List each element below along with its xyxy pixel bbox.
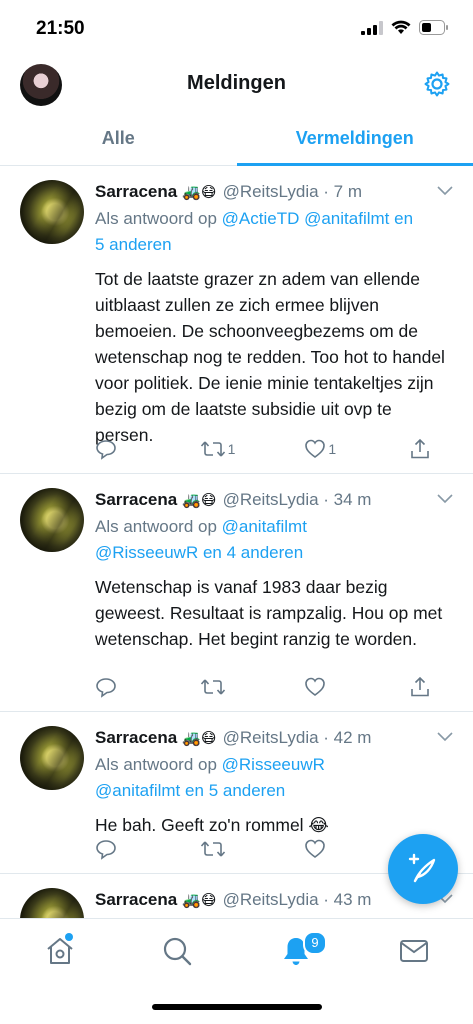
- tab-alle[interactable]: Alle: [0, 112, 237, 165]
- battery-icon: [419, 20, 448, 35]
- heart-icon: [305, 439, 326, 458]
- like-count: 1: [328, 441, 337, 457]
- tweet-handle-time: @ReitsLydia · 43 m: [222, 890, 372, 909]
- mention-link[interactable]: @anitafilmt: [222, 517, 307, 536]
- tweet[interactable]: Sarracena 🚜😷 @ReitsLydia · 7 m Als antwo…: [0, 166, 473, 474]
- tab-vermeldingen[interactable]: Vermeldingen: [236, 112, 473, 166]
- reply-context: Als antwoord op @ActieTD @anitafilmt en …: [95, 206, 453, 258]
- header: Meldingen: [0, 56, 473, 112]
- mention-link[interactable]: @anitafilmt: [95, 781, 180, 800]
- mention-link: en: [202, 543, 222, 562]
- gear-icon[interactable]: [423, 70, 451, 98]
- reply-icon: [96, 840, 116, 860]
- reply-prefix: Als antwoord op: [95, 517, 217, 536]
- bottom-navigation: 9: [0, 918, 473, 984]
- reply-button[interactable]: [95, 838, 185, 860]
- share-icon: [411, 438, 429, 459]
- chevron-down-icon[interactable]: [437, 186, 453, 196]
- tweet-avatar[interactable]: [20, 488, 84, 552]
- tweet-text: Wetenschap is vanaf 1983 daar bezig gewe…: [95, 577, 443, 649]
- signal-icon: [361, 20, 383, 35]
- messages-icon[interactable]: [398, 935, 430, 967]
- reply-prefix: Als antwoord op: [95, 209, 217, 228]
- status-bar: 21:50: [0, 0, 473, 56]
- tweet-author-emojis: 🚜😷: [182, 492, 217, 509]
- tweet-author-name[interactable]: Sarracena: [95, 890, 177, 910]
- home-unread-dot: [65, 933, 73, 941]
- reply-button[interactable]: [95, 438, 185, 460]
- share-button[interactable]: [409, 438, 433, 460]
- others-link[interactable]: 5 anderen: [95, 235, 172, 254]
- tweet-handle-time: @ReitsLydia · 34 m: [222, 490, 372, 509]
- compose-tweet-button[interactable]: [388, 834, 458, 904]
- tweet-header: Sarracena 🚜😷 @ReitsLydia · 42 m: [95, 726, 453, 750]
- tweet-author-name[interactable]: Sarracena: [95, 728, 177, 748]
- tweet-handle-time: @ReitsLydia · 7 m: [222, 182, 363, 201]
- reply-icon: [96, 678, 116, 698]
- tweet-handle-time: @ReitsLydia · 42 m: [222, 728, 372, 747]
- retweet-icon: [200, 679, 225, 695]
- mention-link[interactable]: @RisseeuwR: [95, 543, 198, 562]
- mention-link: en: [394, 209, 414, 228]
- tweet-body: Sarracena 🚜😷 @ReitsLydia · 42 m Als antw…: [95, 726, 453, 838]
- heart-icon: [305, 839, 326, 858]
- reply-context: Als antwoord op @RisseeuwR @anitafilmt e…: [95, 752, 453, 804]
- tweet-text: Tot de laatste grazer zn adem van ellend…: [95, 269, 445, 445]
- chevron-down-icon[interactable]: [437, 494, 453, 504]
- chevron-down-icon[interactable]: [437, 732, 453, 742]
- retweet-button[interactable]: [200, 676, 290, 698]
- tweet-body: Sarracena 🚜😷 @ReitsLydia · 34 m Als antw…: [95, 488, 453, 652]
- reply-icon: [96, 440, 116, 460]
- like-button[interactable]: 1: [304, 438, 394, 460]
- home-indicator: [152, 1004, 322, 1010]
- tweet-avatar[interactable]: [20, 726, 84, 790]
- mentions-feed[interactable]: Sarracena 🚜😷 @ReitsLydia · 7 m Als antwo…: [0, 166, 473, 918]
- retweet-button[interactable]: 1: [200, 438, 290, 460]
- mention-link[interactable]: @anitafilmt: [304, 209, 389, 228]
- retweet-button[interactable]: [200, 838, 290, 860]
- reply-context: Als antwoord op @anitafilmt @RisseeuwR e…: [95, 514, 453, 566]
- mention-link[interactable]: @RisseeuwR: [222, 755, 325, 774]
- heart-icon: [305, 677, 326, 696]
- tweet[interactable]: Sarracena 🚜😷 @ReitsLydia · 34 m Als antw…: [0, 474, 473, 712]
- status-icons: [361, 20, 449, 35]
- tweet-avatar[interactable]: [20, 180, 84, 244]
- share-button[interactable]: [409, 676, 433, 698]
- tweet-actions: 1 1: [95, 438, 433, 460]
- retweet-icon: [200, 441, 225, 457]
- retweet-count: 1: [227, 441, 236, 457]
- tweet-body: Sarracena 🚜😷 @ReitsLydia · 7 m Als antwo…: [95, 180, 453, 448]
- like-button[interactable]: [304, 676, 394, 698]
- compose-feather-icon: [408, 853, 436, 883]
- like-button[interactable]: [304, 838, 394, 860]
- tweet-actions: [95, 676, 433, 698]
- tweet-author-emojis: 🚜😷: [182, 892, 217, 909]
- wifi-icon: [391, 20, 411, 34]
- notification-tabs: Alle Vermeldingen: [0, 112, 473, 166]
- tweet-author-emojis: 🚜😷: [182, 730, 217, 747]
- tweet-actions: [95, 838, 433, 860]
- tweet-author-name[interactable]: Sarracena: [95, 182, 177, 202]
- reply-prefix: Als antwoord op: [95, 755, 217, 774]
- mention-link: en: [185, 781, 204, 800]
- tweet-text: He bah. Geeft zo'n rommel 😂: [95, 815, 329, 835]
- reply-button[interactable]: [95, 676, 185, 698]
- page-title: Meldingen: [187, 72, 286, 94]
- mention-link[interactable]: @ActieTD: [222, 209, 300, 228]
- tweet-header: Sarracena 🚜😷 @ReitsLydia · 7 m: [95, 180, 453, 204]
- status-time: 21:50: [36, 18, 85, 39]
- tweet-header: Sarracena 🚜😷 @ReitsLydia · 34 m: [95, 488, 453, 512]
- others-link[interactable]: 5 anderen: [209, 781, 286, 800]
- tweet-avatar[interactable]: [20, 888, 84, 918]
- tweet-author-emojis: 🚜😷: [182, 184, 217, 201]
- retweet-icon: [200, 841, 225, 857]
- others-link[interactable]: 4 anderen: [227, 543, 304, 562]
- search-icon[interactable]: [161, 935, 193, 967]
- tweet-author-name[interactable]: Sarracena: [95, 490, 177, 510]
- notification-count-badge: 9: [303, 931, 327, 955]
- share-icon: [411, 676, 429, 697]
